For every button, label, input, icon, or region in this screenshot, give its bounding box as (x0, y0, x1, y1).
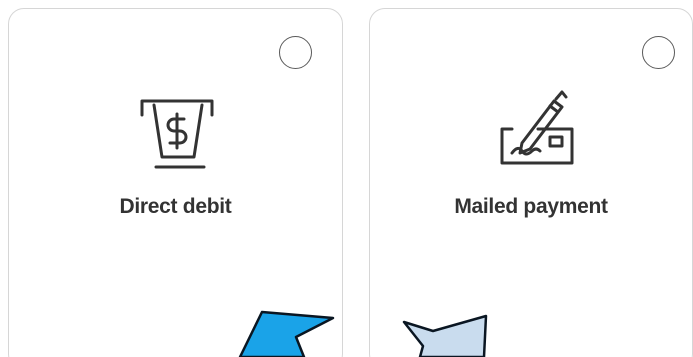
direct-debit-radio[interactable] (279, 36, 312, 69)
signed-check-icon (500, 90, 574, 165)
mailed-payment-option-card[interactable]: Mailed payment (369, 8, 693, 357)
payment-method-selector: Direct debit Mailed payment (0, 0, 693, 357)
direct-debit-option-card[interactable]: Direct debit (8, 8, 343, 357)
atm-cash-dispense-icon (140, 99, 214, 169)
mailed-payment-radio[interactable] (642, 36, 675, 69)
mailed-payment-label: Mailed payment (454, 195, 608, 218)
direct-debit-label: Direct debit (119, 195, 232, 218)
